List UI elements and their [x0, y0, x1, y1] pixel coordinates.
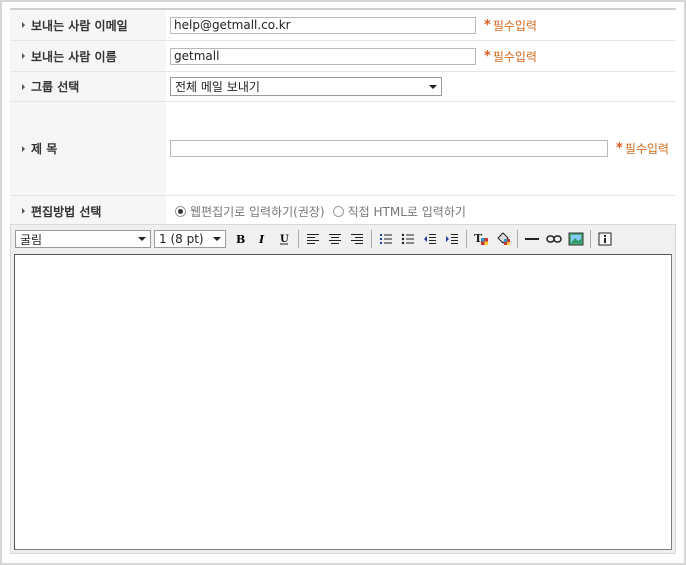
group-label: 그룹 선택: [31, 80, 80, 94]
row-group: 그룹 선택 전체 메일 보내기: [10, 72, 676, 102]
horizontal-rule-icon: [525, 238, 539, 240]
radio-web-editor-label[interactable]: 웹편집기로 입력하기(권장): [190, 203, 325, 220]
info-icon: [598, 232, 612, 246]
required-note: * 필수입력: [484, 17, 537, 34]
bullet-arrow-icon: [22, 208, 25, 214]
sender-name-cell: getmall * 필수입력: [166, 41, 676, 71]
toolbar-separator: [371, 230, 372, 248]
bold-icon: B: [236, 233, 245, 245]
svg-text:I: I: [258, 233, 265, 245]
font-select[interactable]: 굴림: [15, 230, 151, 248]
toolbar-separator: [517, 230, 518, 248]
link-icon: [546, 235, 562, 243]
svg-text:U: U: [280, 234, 289, 245]
chevron-down-icon: [429, 84, 437, 89]
background-color-button[interactable]: [493, 229, 513, 249]
size-select-value: 1 (8 pt): [159, 232, 204, 246]
required-star-icon: *: [616, 141, 623, 156]
indent-icon: [446, 234, 458, 244]
align-center-button[interactable]: [325, 229, 345, 249]
unordered-list-button[interactable]: [398, 229, 418, 249]
radio-web-editor[interactable]: [175, 205, 186, 217]
label-group: 그룹 선택: [10, 72, 166, 101]
toolbar-separator: [466, 230, 467, 248]
align-right-button[interactable]: [347, 229, 367, 249]
underline-icon: U: [280, 234, 289, 245]
label-sender-name: 보내는 사람 이름: [10, 41, 166, 71]
ordered-list-button[interactable]: [376, 229, 396, 249]
group-select[interactable]: 전체 메일 보내기: [170, 77, 442, 96]
bold-button[interactable]: B: [230, 229, 250, 249]
toolbar-separator: [298, 230, 299, 248]
group-selected-value: 전체 메일 보내기: [175, 80, 260, 94]
bullet-arrow-icon: [22, 145, 25, 152]
required-note: * 필수입력: [616, 140, 669, 157]
group-cell: 전체 메일 보내기: [166, 72, 676, 101]
svg-text:B: B: [236, 233, 245, 245]
font-select-value: 굴림: [20, 232, 43, 247]
required-star-icon: *: [484, 17, 491, 33]
required-text: 필수입력: [492, 49, 537, 64]
row-sender-email: 보내는 사람 이메일 help@getmall.co.kr * 필수입력: [10, 10, 676, 41]
mail-form: 보내는 사람 이메일 help@getmall.co.kr * 필수입력 보내는…: [10, 8, 676, 227]
label-edit-mode: 편집방법 선택: [10, 196, 166, 226]
row-edit-mode: 편집방법 선택 웹편집기로 입력하기(권장) 직접 HTML로 입력하기: [10, 196, 676, 227]
toolbar-separator: [590, 230, 591, 248]
sender-email-cell: help@getmall.co.kr * 필수입력: [166, 10, 676, 40]
size-select[interactable]: 1 (8 pt): [154, 230, 226, 248]
editor-content-area[interactable]: [14, 254, 672, 550]
bullet-arrow-icon: [22, 22, 25, 28]
sender-email-label: 보내는 사람 이메일: [31, 18, 128, 33]
required-text: 필수입력: [492, 18, 537, 33]
paint-bucket-icon: [497, 232, 510, 245]
insert-image-button[interactable]: [566, 229, 586, 249]
horizontal-rule-button[interactable]: [522, 229, 542, 249]
edit-mode-radio-group: 웹편집기로 입력하기(권장) 직접 HTML로 입력하기: [175, 203, 466, 220]
row-sender-name: 보내는 사람 이름 getmall * 필수입력: [10, 41, 676, 72]
label-subject: 제 목: [10, 102, 166, 195]
unordered-list-icon: [401, 233, 414, 245]
subject-input[interactable]: [170, 140, 608, 157]
required-text: 필수입력: [624, 142, 669, 156]
outdent-icon: [424, 234, 436, 244]
info-button[interactable]: [595, 229, 615, 249]
sender-name-input[interactable]: getmall: [170, 47, 476, 65]
radio-html-direct-label[interactable]: 직접 HTML로 입력하기: [348, 203, 466, 220]
indent-button[interactable]: [442, 229, 462, 249]
edit-mode-label: 편집방법 선택: [31, 204, 102, 219]
outdent-button[interactable]: [420, 229, 440, 249]
insert-link-button[interactable]: [544, 229, 564, 249]
text-color-icon: T: [474, 232, 488, 245]
italic-button[interactable]: I: [252, 229, 272, 249]
row-subject: 제 목 * 필수입력: [10, 102, 676, 196]
web-editor: 굴림 1 (8 pt) B I U T: [10, 224, 676, 554]
italic-icon: I: [258, 233, 265, 245]
chevron-down-icon: [138, 237, 146, 241]
label-sender-email: 보내는 사람 이메일: [10, 10, 166, 40]
align-right-icon: [351, 234, 363, 244]
chevron-down-icon: [213, 237, 221, 241]
align-left-icon: [307, 234, 319, 244]
required-star-icon: *: [484, 48, 491, 64]
edit-mode-cell: 웹편집기로 입력하기(권장) 직접 HTML로 입력하기: [166, 196, 676, 226]
editor-toolbar: 굴림 1 (8 pt) B I U T: [11, 225, 675, 253]
image-icon: [568, 232, 584, 246]
subject-cell: * 필수입력: [166, 102, 676, 195]
required-note: * 필수입력: [484, 48, 537, 65]
text-color-button[interactable]: T: [471, 229, 491, 249]
radio-html-direct[interactable]: [332, 205, 344, 217]
ordered-list-icon: [380, 234, 392, 244]
align-center-icon: [329, 234, 341, 244]
bullet-arrow-icon: [22, 83, 25, 90]
bullet-arrow-icon: [22, 53, 25, 59]
underline-button[interactable]: U: [274, 229, 294, 249]
subject-label: 제 목: [31, 142, 58, 156]
sender-name-label: 보내는 사람 이름: [31, 49, 117, 64]
sender-email-input[interactable]: help@getmall.co.kr: [170, 16, 476, 34]
align-left-button[interactable]: [303, 229, 323, 249]
